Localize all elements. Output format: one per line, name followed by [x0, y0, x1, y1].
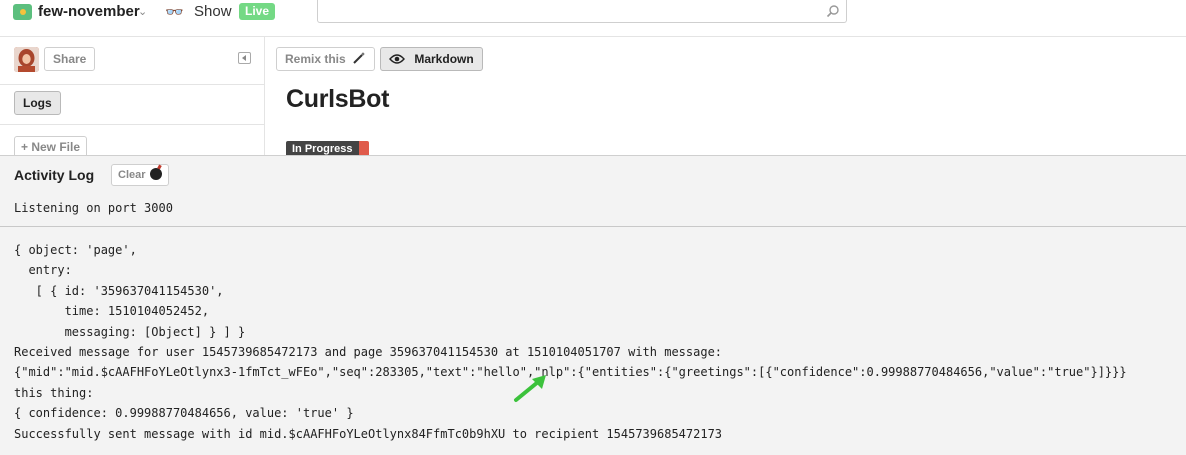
live-badge[interactable]: Live: [239, 3, 276, 20]
search-icon[interactable]: [826, 4, 840, 18]
markdown-label: Markdown: [414, 52, 474, 66]
project-name[interactable]: few-november: [38, 3, 140, 20]
share-button[interactable]: Share: [44, 47, 96, 71]
clear-label: Clear: [118, 169, 146, 181]
project-logo-icon[interactable]: [13, 4, 32, 20]
log-line: { confidence: 0.99988770484656, value: '…: [14, 406, 354, 421]
log-line: this thing:: [14, 385, 94, 400]
logs-button[interactable]: Logs: [14, 91, 61, 115]
magic-wand-icon: [353, 52, 366, 64]
log-line: [ { id: '359637041154530',: [14, 283, 224, 298]
log-line: time: 1510104052452,: [14, 304, 210, 319]
show-button[interactable]: Show: [194, 3, 232, 20]
remix-label: Remix this: [285, 52, 346, 66]
clear-button[interactable]: Clear: [111, 164, 169, 186]
avatar[interactable]: [14, 47, 39, 72]
divider: [0, 226, 1186, 227]
editor-pane: Remix this Markdown CurlsBot In Progress: [266, 37, 1186, 157]
collapse-sidebar-icon[interactable]: [238, 52, 251, 64]
log-line: entry:: [14, 263, 72, 278]
log-line: messaging: [Object] } ] }: [14, 324, 246, 339]
search-input[interactable]: [317, 0, 847, 23]
eye-icon: [389, 54, 405, 64]
log-output: { object: 'page', entry: [ { id: '359637…: [14, 240, 1127, 444]
green-arrow-icon: [514, 375, 546, 402]
sidebar: Share Logs + New File: [0, 37, 265, 158]
activity-log-panel: Activity Log Clear Listening on port 300…: [0, 155, 1186, 455]
log-line: {"mid":"mid.$cAAFHFoYLeOtlynx3-1fmTct_wF…: [14, 365, 1127, 380]
bomb-icon: [149, 168, 162, 180]
log-line: Received message for user 15457396854721…: [14, 345, 723, 360]
remix-button[interactable]: Remix this: [276, 47, 376, 71]
log-line: { object: 'page',: [14, 243, 137, 257]
log-line: Successfully sent message with id mid.$c…: [14, 426, 723, 441]
divider: [0, 84, 265, 85]
chevron-down-icon[interactable]: ⌄: [138, 5, 147, 18]
activity-log-title: Activity Log: [14, 167, 95, 183]
glasses-icon[interactable]: 👓: [165, 3, 184, 21]
log-line: Listening on port 3000: [14, 201, 173, 215]
divider: [0, 124, 265, 125]
top-bar: few-november ⌄ 👓 Show Live: [0, 0, 1186, 37]
markdown-button[interactable]: Markdown: [380, 47, 483, 71]
document-title[interactable]: CurlsBot: [286, 85, 389, 114]
